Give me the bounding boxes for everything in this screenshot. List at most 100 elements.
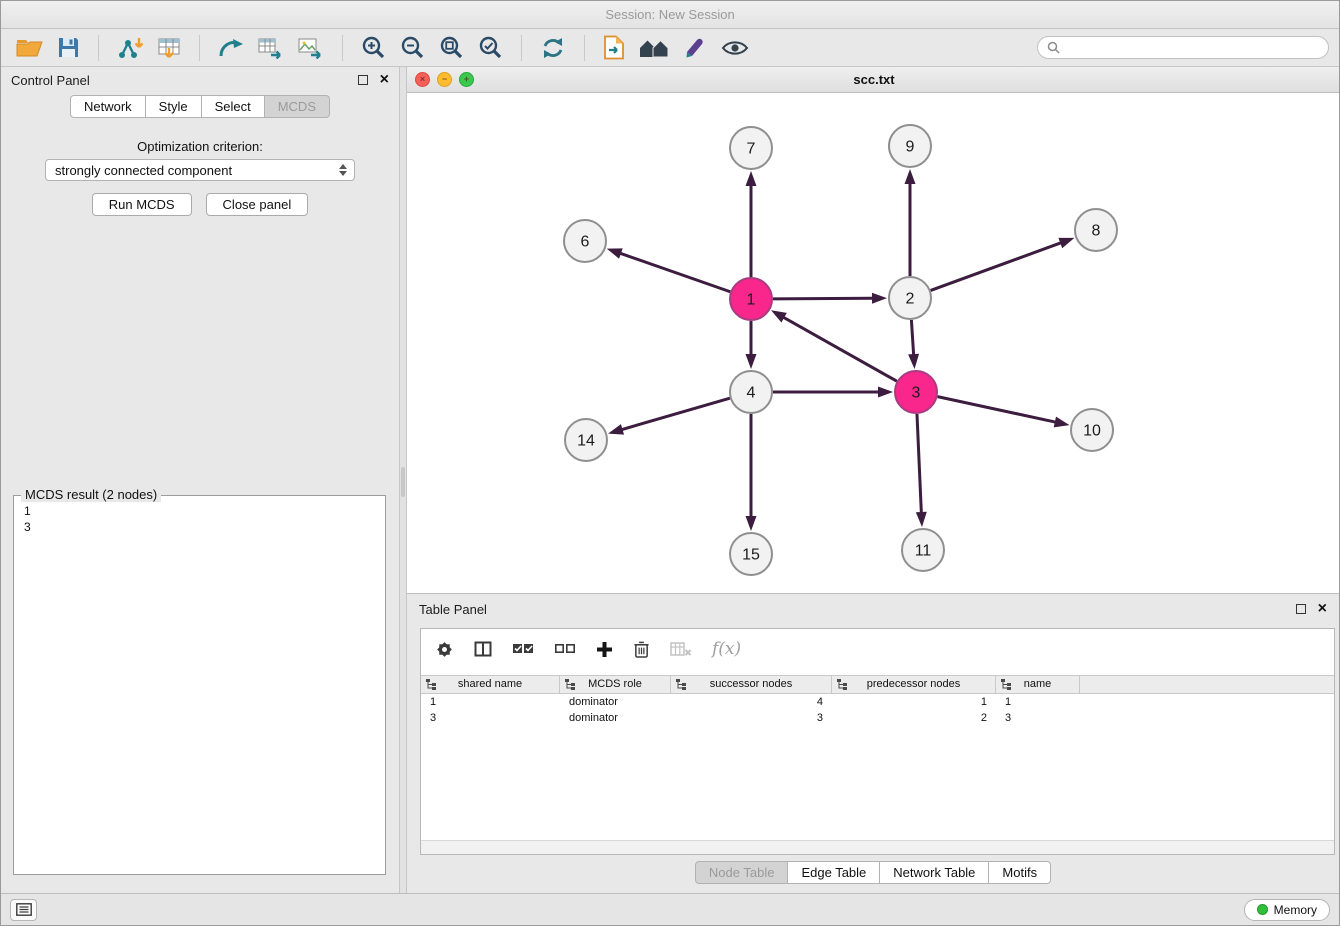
show-graphics-button[interactable] bbox=[716, 37, 754, 59]
delete-table-button[interactable] bbox=[670, 641, 692, 658]
table-options-button[interactable] bbox=[435, 640, 454, 659]
graph-edge-1-4[interactable] bbox=[746, 321, 757, 369]
graph-node-14[interactable]: 14 bbox=[565, 419, 607, 461]
save-session-button[interactable] bbox=[52, 34, 85, 61]
run-mcds-button[interactable]: Run MCDS bbox=[92, 193, 192, 216]
minimize-window-button[interactable]: − bbox=[437, 72, 452, 87]
graph-node-label: 14 bbox=[577, 433, 595, 450]
close-window-button[interactable]: × bbox=[415, 72, 430, 87]
graph-node-3[interactable]: 3 bbox=[895, 371, 937, 413]
graph-node-2[interactable]: 2 bbox=[889, 277, 931, 319]
import-table-button[interactable] bbox=[152, 34, 186, 62]
float-panel-icon[interactable] bbox=[358, 75, 368, 85]
deselect-all-button[interactable] bbox=[554, 642, 576, 657]
graph-node-4[interactable]: 4 bbox=[730, 371, 772, 413]
table-row[interactable]: 3dominator323 bbox=[421, 710, 1334, 726]
float-panel-icon[interactable] bbox=[1296, 604, 1306, 614]
graph-node-label: 8 bbox=[1092, 223, 1101, 240]
table-cell-shared_name: 3 bbox=[421, 710, 560, 726]
delete-column-button[interactable] bbox=[633, 640, 650, 659]
optimization-criterion-select[interactable]: strongly connected component bbox=[45, 159, 355, 181]
export-table-icon bbox=[258, 37, 284, 59]
graph-edge-1-6[interactable] bbox=[607, 248, 731, 291]
memory-button[interactable]: Memory bbox=[1244, 899, 1330, 921]
column-header-shared-name[interactable]: shared name bbox=[421, 676, 560, 693]
tab-select[interactable]: Select bbox=[202, 95, 265, 118]
tab-node-table[interactable]: Node Table bbox=[695, 861, 789, 884]
network-graph[interactable]: 7 9 6 8 1 2 4 3 14 10 15 11 bbox=[407, 93, 1340, 593]
column-sort-icon bbox=[676, 679, 686, 690]
zoom-out-button[interactable] bbox=[395, 33, 430, 62]
graph-node-15[interactable]: 15 bbox=[730, 533, 772, 575]
column-header-mcds-role[interactable]: MCDS role bbox=[560, 676, 671, 693]
graph-edge-4-3[interactable] bbox=[773, 387, 893, 398]
tab-style[interactable]: Style bbox=[146, 95, 202, 118]
tab-edge-table[interactable]: Edge Table bbox=[788, 861, 880, 884]
document-export-button[interactable] bbox=[598, 33, 630, 62]
import-network-button[interactable] bbox=[112, 34, 148, 62]
close-panel-icon[interactable]: × bbox=[380, 72, 389, 88]
graph-node-label: 3 bbox=[912, 385, 921, 402]
graph-edge-4-14[interactable] bbox=[608, 398, 730, 435]
graph-edge-3-1[interactable] bbox=[771, 310, 897, 381]
task-history-button[interactable] bbox=[10, 899, 37, 921]
mcds-result-list[interactable]: 13 bbox=[14, 496, 385, 542]
graph-edge-3-10[interactable] bbox=[938, 397, 1070, 428]
plus-icon bbox=[596, 641, 613, 658]
graph-edge-1-7[interactable] bbox=[746, 171, 757, 277]
export-network-button[interactable] bbox=[213, 35, 249, 61]
node-table: f(x) shared nameMCDS rolesuccessor nodes… bbox=[420, 628, 1335, 855]
close-panel-icon[interactable]: × bbox=[1318, 601, 1327, 617]
style-brush-button[interactable] bbox=[678, 34, 712, 62]
mcds-result-box: MCDS result (2 nodes) 13 bbox=[13, 495, 386, 875]
graph-node-8[interactable]: 8 bbox=[1075, 209, 1117, 251]
table-body: 1dominator4113dominator323 bbox=[421, 694, 1334, 726]
graph-edge-4-15[interactable] bbox=[746, 414, 757, 531]
graph-node-11[interactable]: 11 bbox=[902, 529, 944, 571]
export-table-button[interactable] bbox=[253, 35, 289, 61]
function-builder-button[interactable]: f(x) bbox=[712, 639, 741, 659]
tab-motifs[interactable]: Motifs bbox=[989, 861, 1051, 884]
table-cell-predecessor_nodes: 1 bbox=[832, 694, 996, 710]
close-panel-button[interactable]: Close panel bbox=[206, 193, 309, 216]
graph-node-6[interactable]: 6 bbox=[564, 220, 606, 262]
table-row[interactable]: 1dominator411 bbox=[421, 694, 1334, 710]
zoom-selected-button[interactable] bbox=[473, 33, 508, 62]
maximize-window-button[interactable]: + bbox=[459, 72, 474, 87]
column-header-successor-nodes[interactable]: successor nodes bbox=[671, 676, 832, 693]
table-panel-title: Table Panel bbox=[419, 602, 487, 617]
zoom-fit-button[interactable] bbox=[434, 33, 469, 62]
search-input[interactable] bbox=[1065, 39, 1319, 56]
tab-network[interactable]: Network bbox=[70, 95, 146, 118]
graph-node-9[interactable]: 9 bbox=[889, 125, 931, 167]
graph-edge-2-9[interactable] bbox=[905, 169, 916, 276]
column-header-predecessor-nodes[interactable]: predecessor nodes bbox=[832, 676, 996, 693]
search-box[interactable] bbox=[1037, 36, 1329, 59]
create-column-button[interactable] bbox=[596, 641, 613, 658]
graph-node-7[interactable]: 7 bbox=[730, 127, 772, 169]
open-session-button[interactable] bbox=[11, 35, 48, 61]
horizontal-scrollbar[interactable] bbox=[421, 840, 1334, 854]
graph-edge-2-8[interactable] bbox=[931, 238, 1075, 291]
graph-edge-2-3[interactable] bbox=[908, 320, 919, 369]
refresh-button[interactable] bbox=[535, 34, 571, 62]
splitter-grip[interactable] bbox=[401, 467, 405, 497]
graph-edge-1-2[interactable] bbox=[773, 293, 887, 304]
graph-edge-3-11[interactable] bbox=[916, 414, 927, 527]
tab-mcds[interactable]: MCDS bbox=[265, 95, 330, 118]
import-network-icon bbox=[117, 36, 143, 60]
graph-node-10[interactable]: 10 bbox=[1071, 409, 1113, 451]
two-houses-icon bbox=[639, 37, 669, 59]
neighborhood-button[interactable] bbox=[634, 35, 674, 61]
tab-network-table[interactable]: Network Table bbox=[880, 861, 989, 884]
column-header-name[interactable]: name bbox=[996, 676, 1080, 693]
zoom-in-button[interactable] bbox=[356, 33, 391, 62]
network-canvas[interactable]: 7 9 6 8 1 2 4 3 14 10 15 11 bbox=[407, 93, 1340, 593]
vertical-splitter[interactable] bbox=[399, 67, 407, 893]
graph-node-1[interactable]: 1 bbox=[730, 278, 772, 320]
select-all-button[interactable] bbox=[512, 642, 534, 657]
graph-node-label: 9 bbox=[906, 139, 915, 156]
column-visibility-button[interactable] bbox=[474, 640, 492, 658]
export-image-button[interactable] bbox=[293, 35, 329, 61]
zoom-out-icon bbox=[400, 35, 425, 60]
